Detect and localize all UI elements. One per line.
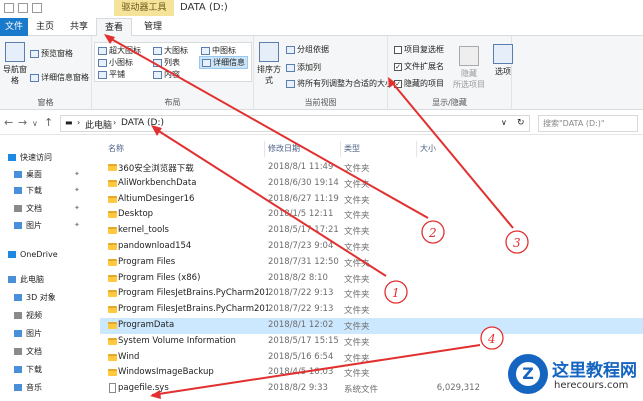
annotation-number: 4 bbox=[487, 332, 496, 346]
arrow-head-icon bbox=[104, 34, 115, 44]
annotation-arrow bbox=[389, 79, 514, 229]
annotation-arrow bbox=[151, 344, 481, 396]
watermark-title: 这里教程网 bbox=[552, 361, 637, 381]
annotation-number: 1 bbox=[392, 286, 400, 300]
watermark-logo-letter: Z bbox=[516, 362, 540, 386]
watermark: Z 这里教程网 herecours.com bbox=[504, 352, 643, 401]
watermark-url: herecours.com bbox=[554, 380, 629, 391]
watermark-logo: Z bbox=[508, 354, 548, 394]
annotation-arrow bbox=[153, 127, 387, 277]
arrow-head-icon bbox=[150, 390, 161, 399]
annotation-overlay: 1 2 3 4 bbox=[104, 34, 529, 399]
arrow-head-icon bbox=[151, 125, 162, 136]
annotation-number: 2 bbox=[428, 226, 437, 240]
annotation-number: 3 bbox=[513, 236, 521, 250]
